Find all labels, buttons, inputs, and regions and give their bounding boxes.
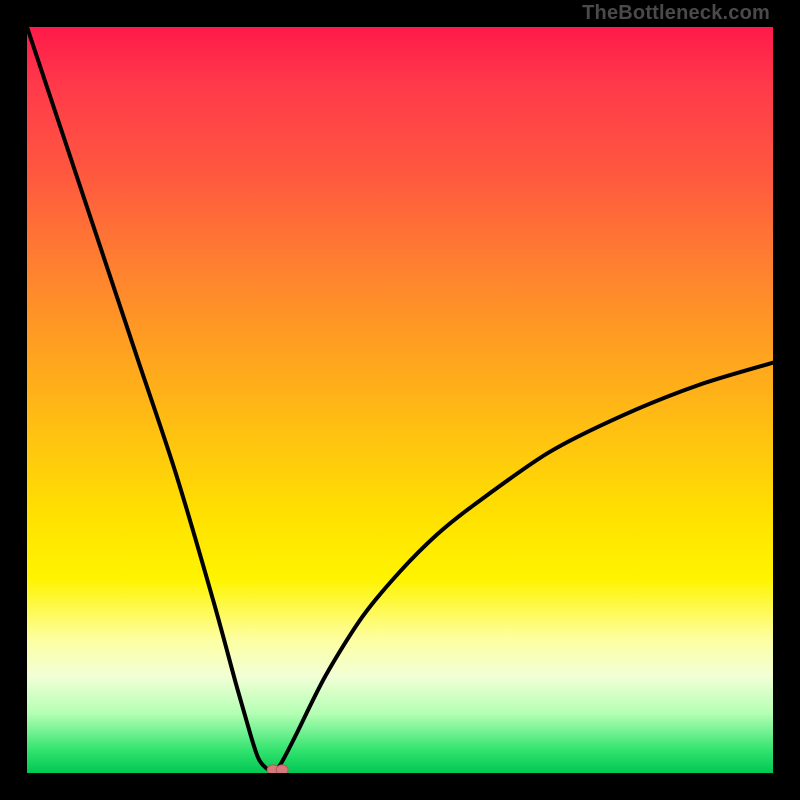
v-curve [27,27,773,771]
chart-frame: TheBottleneck.com [0,0,800,800]
minimum-markers [267,765,288,773]
watermark-text: TheBottleneck.com [582,2,770,25]
minimum-marker [276,765,288,773]
chart-svg [27,27,773,773]
plot-area [27,27,773,773]
